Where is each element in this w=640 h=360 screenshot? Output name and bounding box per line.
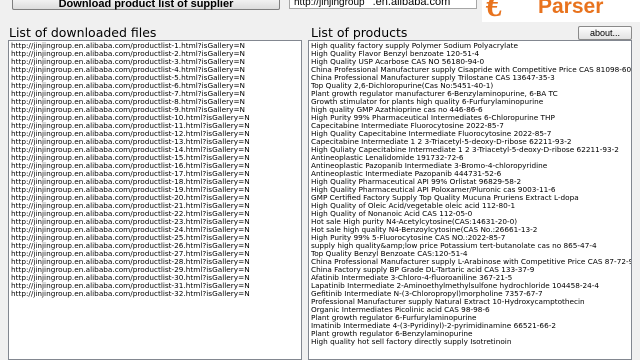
supplier-url-input[interactable]: http://jinjingroup .en.alibaba.com — [289, 0, 477, 9]
about-button[interactable]: about... — [578, 26, 632, 40]
url-prefix: http:// — [294, 0, 320, 8]
downloaded-files-title: List of downloaded files — [9, 25, 157, 40]
products-title: List of products — [311, 25, 408, 40]
product-item[interactable]: High quality hot sell factory directly s… — [311, 338, 631, 346]
logo-mark: € — [486, 0, 503, 24]
logo-wordmark: Parser — [538, 0, 604, 18]
downloaded-file-item[interactable]: http://jinjingroup.en.alibaba.com/produc… — [11, 290, 301, 298]
products-list[interactable]: High quality factory supply Polymer Sodi… — [308, 40, 632, 360]
download-product-list-button[interactable]: Download product list of supplier — [12, 0, 280, 10]
url-value: jinjingroup — [319, 0, 365, 8]
downloaded-files-list[interactable]: http://jinjingroup.en.alibaba.com/produc… — [8, 40, 302, 360]
url-suffix: .en.alibaba.com — [372, 0, 451, 8]
app-logo: € Parser — [482, 0, 640, 24]
